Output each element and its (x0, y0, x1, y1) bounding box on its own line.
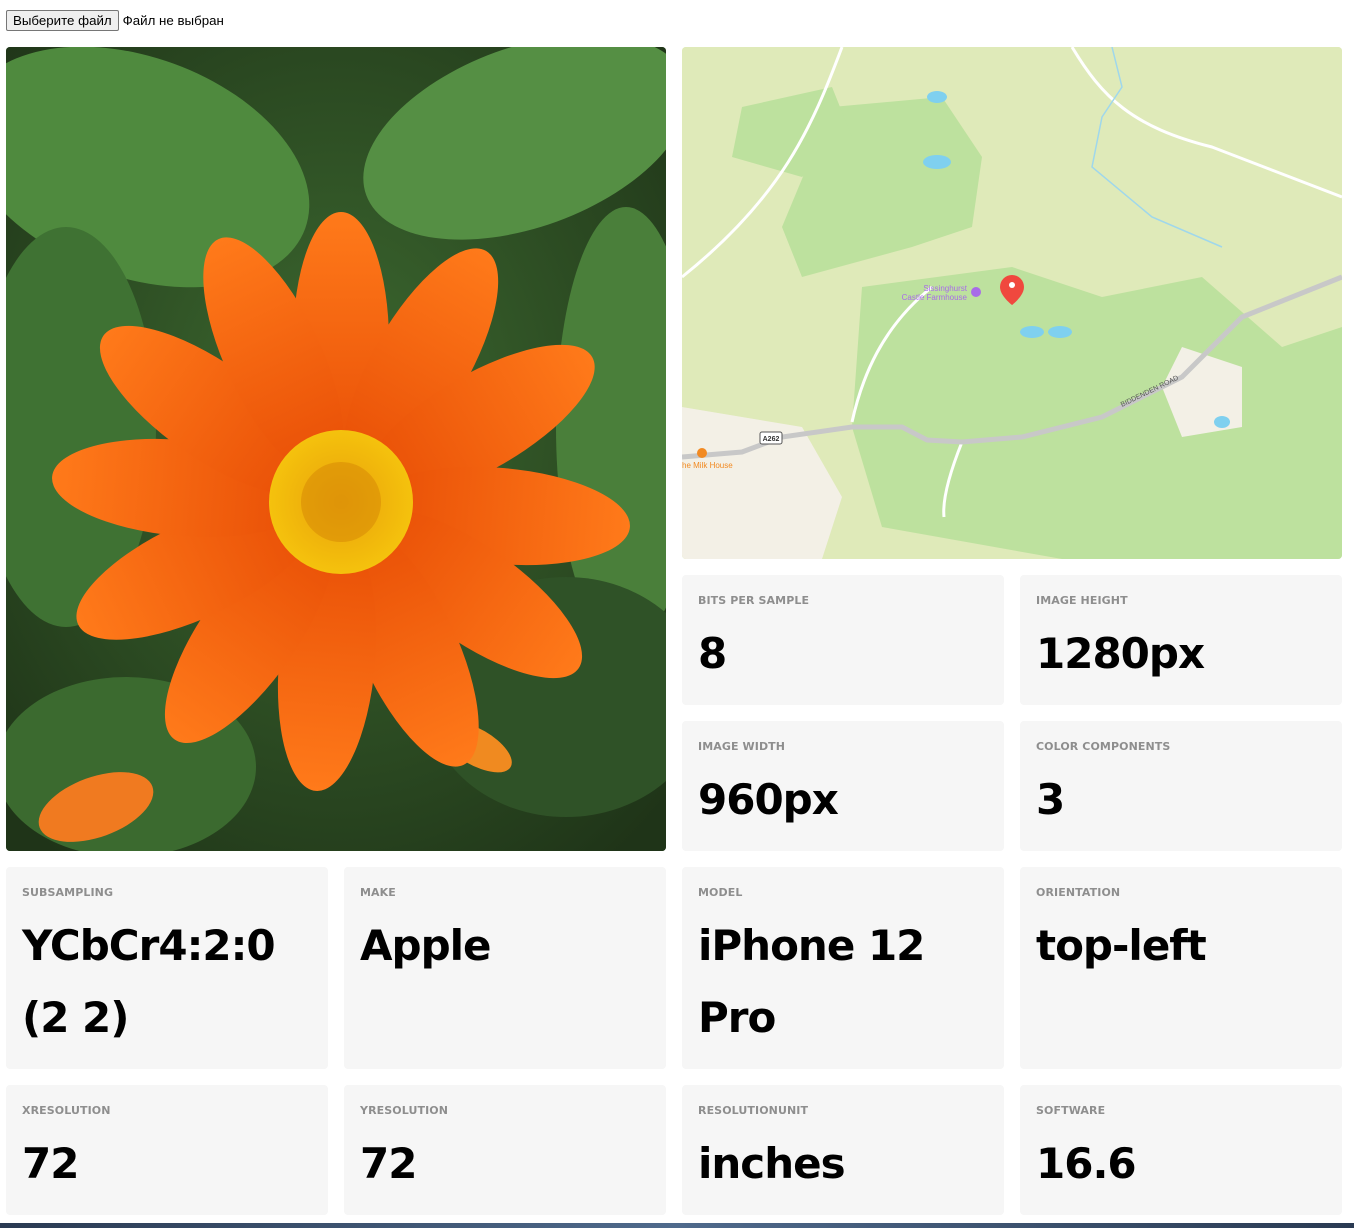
file-input[interactable]: Выберите файл Файл не выбран (6, 10, 224, 31)
exif-top-cards: BITS PER SAMPLE 8 IMAGE HEIGHT 1280px IM… (682, 575, 1342, 851)
exif-card: ORIENTATION top-left (1020, 867, 1342, 1069)
exif-bottom-cards: SUBSAMPLING YCbCr4:2:0 (2 2) MAKE Apple … (6, 867, 1342, 1215)
exif-card: MAKE Apple (344, 867, 666, 1069)
exif-card: BITS PER SAMPLE 8 (682, 575, 1004, 705)
exif-card: RESOLUTIONUNIT inches (682, 1085, 1004, 1215)
exif-card: SUBSAMPLING YCbCr4:2:0 (2 2) (6, 867, 328, 1069)
exif-card: SOFTWARE 16.6 (1020, 1085, 1342, 1215)
poi-label-2: Castle Farmhouse (902, 293, 968, 302)
choose-file-button[interactable]: Выберите файл (6, 10, 119, 31)
exif-card: IMAGE HEIGHT 1280px (1020, 575, 1342, 705)
exif-card: YRESOLUTION 72 (344, 1085, 666, 1215)
flower-photo (6, 47, 666, 851)
road-shield: A262 (763, 436, 780, 443)
file-status-text: Файл не выбран (122, 13, 224, 28)
restaurant-label: he Milk House (682, 461, 733, 470)
exif-card: XRESOLUTION 72 (6, 1085, 328, 1215)
poi-label: Sissinghurst (923, 284, 967, 293)
exif-card: MODEL iPhone 12 Pro (682, 867, 1004, 1069)
exif-card: IMAGE WIDTH 960px (682, 721, 1004, 851)
taskbar-edge (0, 1223, 1354, 1228)
location-map[interactable]: Sissinghurst Castle Farmhouse A262 BIDDE… (682, 47, 1342, 559)
exif-card: COLOR COMPONENTS 3 (1020, 721, 1342, 851)
photo-preview (6, 47, 666, 851)
map-canvas: Sissinghurst Castle Farmhouse A262 BIDDE… (682, 47, 1342, 559)
